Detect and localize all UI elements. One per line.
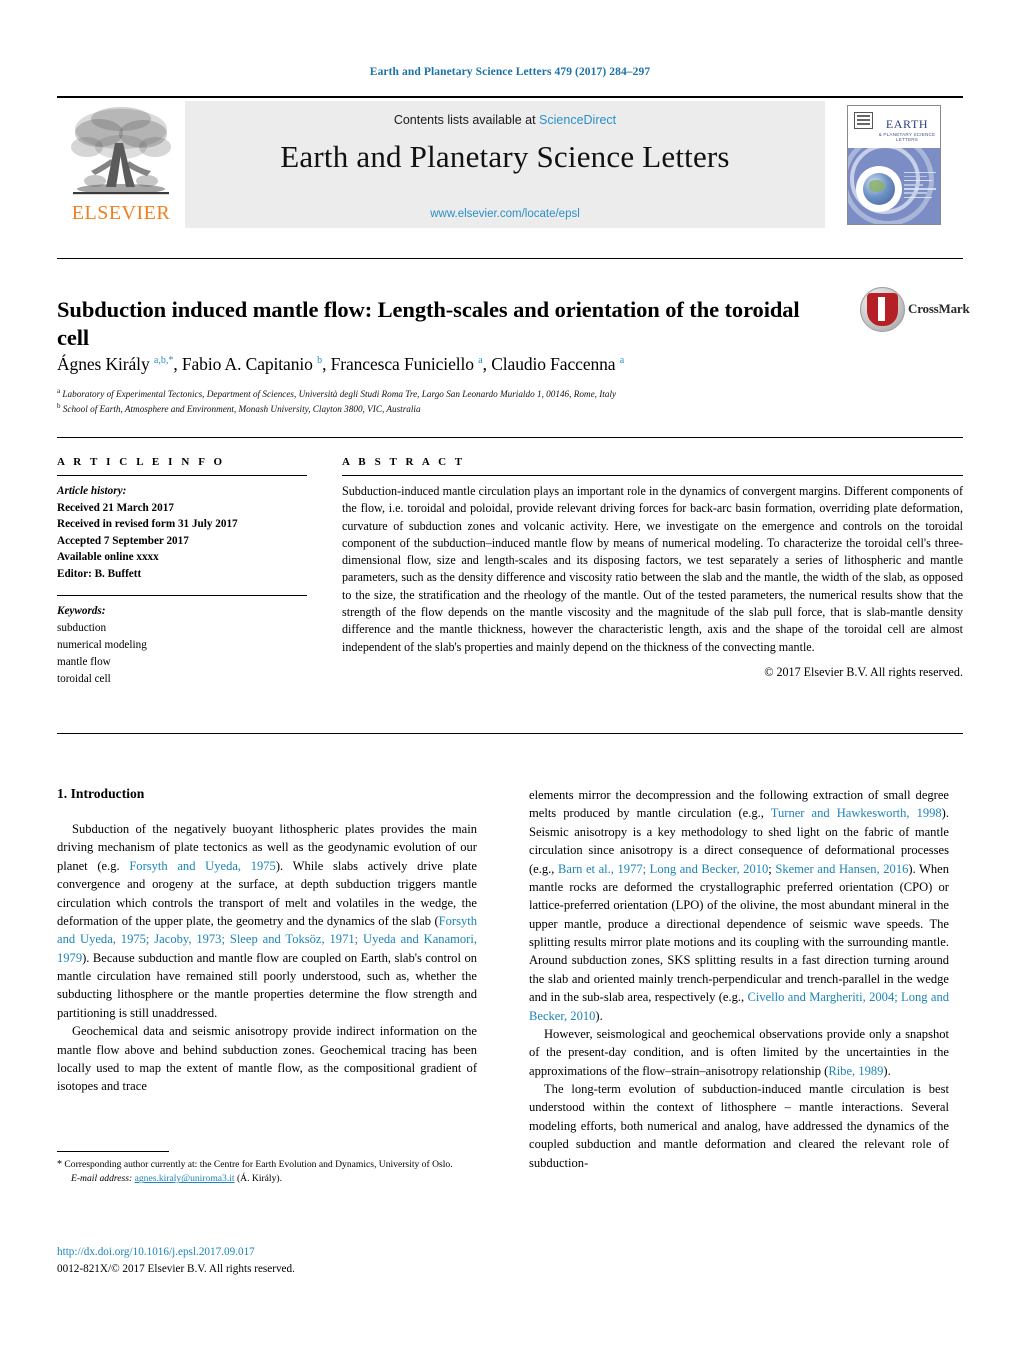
body-left-paragraphs: Subduction of the negatively buoyant lit… xyxy=(57,820,477,1096)
abstract-copyright: © 2017 Elsevier B.V. All rights reserved… xyxy=(764,664,963,679)
body-right-paragraphs: elements mirror the decompression and th… xyxy=(529,786,949,1172)
article-info-column: A R T I C L E I N F O Article history: R… xyxy=(57,456,307,687)
abstract-divider xyxy=(342,475,963,476)
body-paragraph: Geochemical data and seismic anisotropy … xyxy=(57,1024,477,1094)
issn-copyright-line: 0012-821X/© 2017 Elsevier B.V. All right… xyxy=(57,1262,295,1275)
contents-prefix: Contents lists available at xyxy=(393,113,540,127)
affiliation-item: a Laboratory of Experimental Tectonics, … xyxy=(57,387,617,400)
article-history-list: Received 21 March 2017 Received in revise… xyxy=(57,500,307,583)
footnote-corresponding-text: Corresponding author currently at: the C… xyxy=(64,1159,453,1170)
keywords-list: subduction numerical modeling mantle flow t… xyxy=(57,620,307,687)
affiliation-item: b School of Earth, Atmosphere and Enviro… xyxy=(57,402,421,415)
article-history-item: Editor: B. Buffett xyxy=(57,567,142,580)
keywords-divider xyxy=(57,595,307,597)
footnote-email-line: E-mail address: agnes.kiraly@uniroma3.it… xyxy=(57,1172,477,1186)
citation-link[interactable]: Turner and Hawkesworth, 1998 xyxy=(771,806,942,820)
running-head: Earth and Planetary Science Letters 479 … xyxy=(369,66,651,78)
doi-link[interactable]: http://dx.doi.org/10.1016/j.epsl.2017.09… xyxy=(57,1244,477,1261)
footnote-divider xyxy=(57,1151,169,1152)
citation-link[interactable]: Skemer and Hansen, 2016 xyxy=(775,862,908,876)
title-divider xyxy=(57,258,963,259)
body-column-left: 1. Introduction Subduction of the negati… xyxy=(57,786,477,1096)
citation-link[interactable]: Forsyth and Uyeda, 1975 xyxy=(129,859,276,873)
article-history-item: Received in revised form 31 July 2017 xyxy=(57,518,238,531)
abstract-column: A B S T R A C T Subduction-induced mantl… xyxy=(342,456,963,680)
cover-artwork xyxy=(848,147,940,224)
article-history-item: Available online xxxx xyxy=(57,551,159,564)
body-paragraph: elements mirror the decompression and th… xyxy=(529,788,950,1023)
contents-available-line: Contents lists available at ScienceDirec… xyxy=(185,113,825,127)
corresponding-author-footnote: * Corresponding author currently at: the… xyxy=(57,1157,477,1187)
cover-corner-icon xyxy=(854,111,873,129)
crossmark-badge[interactable]: CrossMark xyxy=(860,287,970,332)
citation-link[interactable]: Barn et al., 1977; Long and Becker, 2010 xyxy=(558,862,768,876)
body-paragraph: Subduction of the negatively buoyant lit… xyxy=(57,822,477,1020)
masthead-center: Contents lists available at ScienceDirec… xyxy=(185,101,825,228)
elsevier-wordmark: ELSEVIER xyxy=(71,202,171,224)
author-list: Ágnes Király a,b,*, Fabio A. Capitanio b… xyxy=(57,354,625,374)
email-link[interactable]: agnes.kiraly@uniroma3.it xyxy=(135,1173,235,1184)
keyword-item: numerical modeling xyxy=(57,639,147,652)
journal-masthead: ELSEVIER Contents lists available at Sci… xyxy=(57,96,963,231)
abstract-heading: A B S T R A C T xyxy=(342,456,466,468)
body-paragraph: The long-term evolution of subduction-in… xyxy=(529,1082,949,1170)
affiliation-marker: b xyxy=(57,402,61,411)
abstract-text: Subduction-induced mantle circulation pl… xyxy=(342,484,963,654)
affiliation-marker: a xyxy=(57,387,61,395)
keyword-item: subduction xyxy=(57,622,107,635)
page-title: Subduction induced mantle flow: Length-s… xyxy=(57,297,800,350)
abstract-block-top-divider xyxy=(57,437,963,438)
citation-link[interactable]: Forsyth and Uyeda, 1975; Jacoby, 1973; S… xyxy=(57,914,477,965)
article-info-divider xyxy=(57,475,307,476)
article-history-item: Accepted 7 September 2017 xyxy=(57,534,189,547)
article-info-heading: A R T I C L E I N F O xyxy=(57,456,226,468)
journal-homepage-link[interactable]: www.elsevier.com/locate/epsl xyxy=(185,208,825,220)
keyword-item: toroidal cell xyxy=(57,672,111,685)
journal-title: Earth and Planetary Science Letters xyxy=(280,139,730,174)
cover-title: EARTH xyxy=(885,116,929,131)
elsevier-tree-icon xyxy=(71,107,171,195)
asterisk-icon: * xyxy=(57,1159,62,1170)
doi-block: http://dx.doi.org/10.1016/j.epsl.2017.09… xyxy=(57,1244,477,1278)
crossmark-label: CrossMark xyxy=(908,301,970,316)
body-paragraph: However, seismological and geochemical o… xyxy=(529,1026,949,1078)
article-history-label: Article history: xyxy=(57,485,127,497)
affiliation-list: a Laboratory of Experimental Tectonics, … xyxy=(57,386,947,417)
footnote-corresponding: * Corresponding author currently at: the… xyxy=(57,1157,477,1172)
section-title-introduction: 1. Introduction xyxy=(57,786,145,801)
abstract-block-bottom-divider xyxy=(57,733,963,734)
cover-text-lines xyxy=(904,171,936,201)
paper-page: Earth and Planetary Science Letters 479 … xyxy=(0,0,1020,1351)
article-history-item: Received 21 March 2017 xyxy=(57,501,174,514)
citation-link[interactable]: Civello and Margheriti, 2004; Long and B… xyxy=(529,990,949,1022)
cover-globe-icon xyxy=(863,172,895,205)
citation-link[interactable]: Ribe, 1989 xyxy=(828,1064,883,1078)
keywords-label: Keywords: xyxy=(57,605,106,618)
cover-subtitle: & PLANETARY SCIENCE LETTERS xyxy=(878,131,936,143)
keyword-item: mantle flow xyxy=(57,655,111,668)
crossmark-icon xyxy=(860,287,905,332)
sciencedirect-link[interactable]: ScienceDirect xyxy=(539,113,616,127)
body-column-right: elements mirror the decompression and th… xyxy=(529,786,949,1172)
email-address-label: E-mail address: xyxy=(71,1173,133,1185)
email-owner: (Á. Király). xyxy=(236,1173,282,1185)
journal-cover-thumbnail: EARTH & PLANETARY SCIENCE LETTERS xyxy=(825,101,963,228)
elsevier-logo: ELSEVIER xyxy=(57,101,185,228)
